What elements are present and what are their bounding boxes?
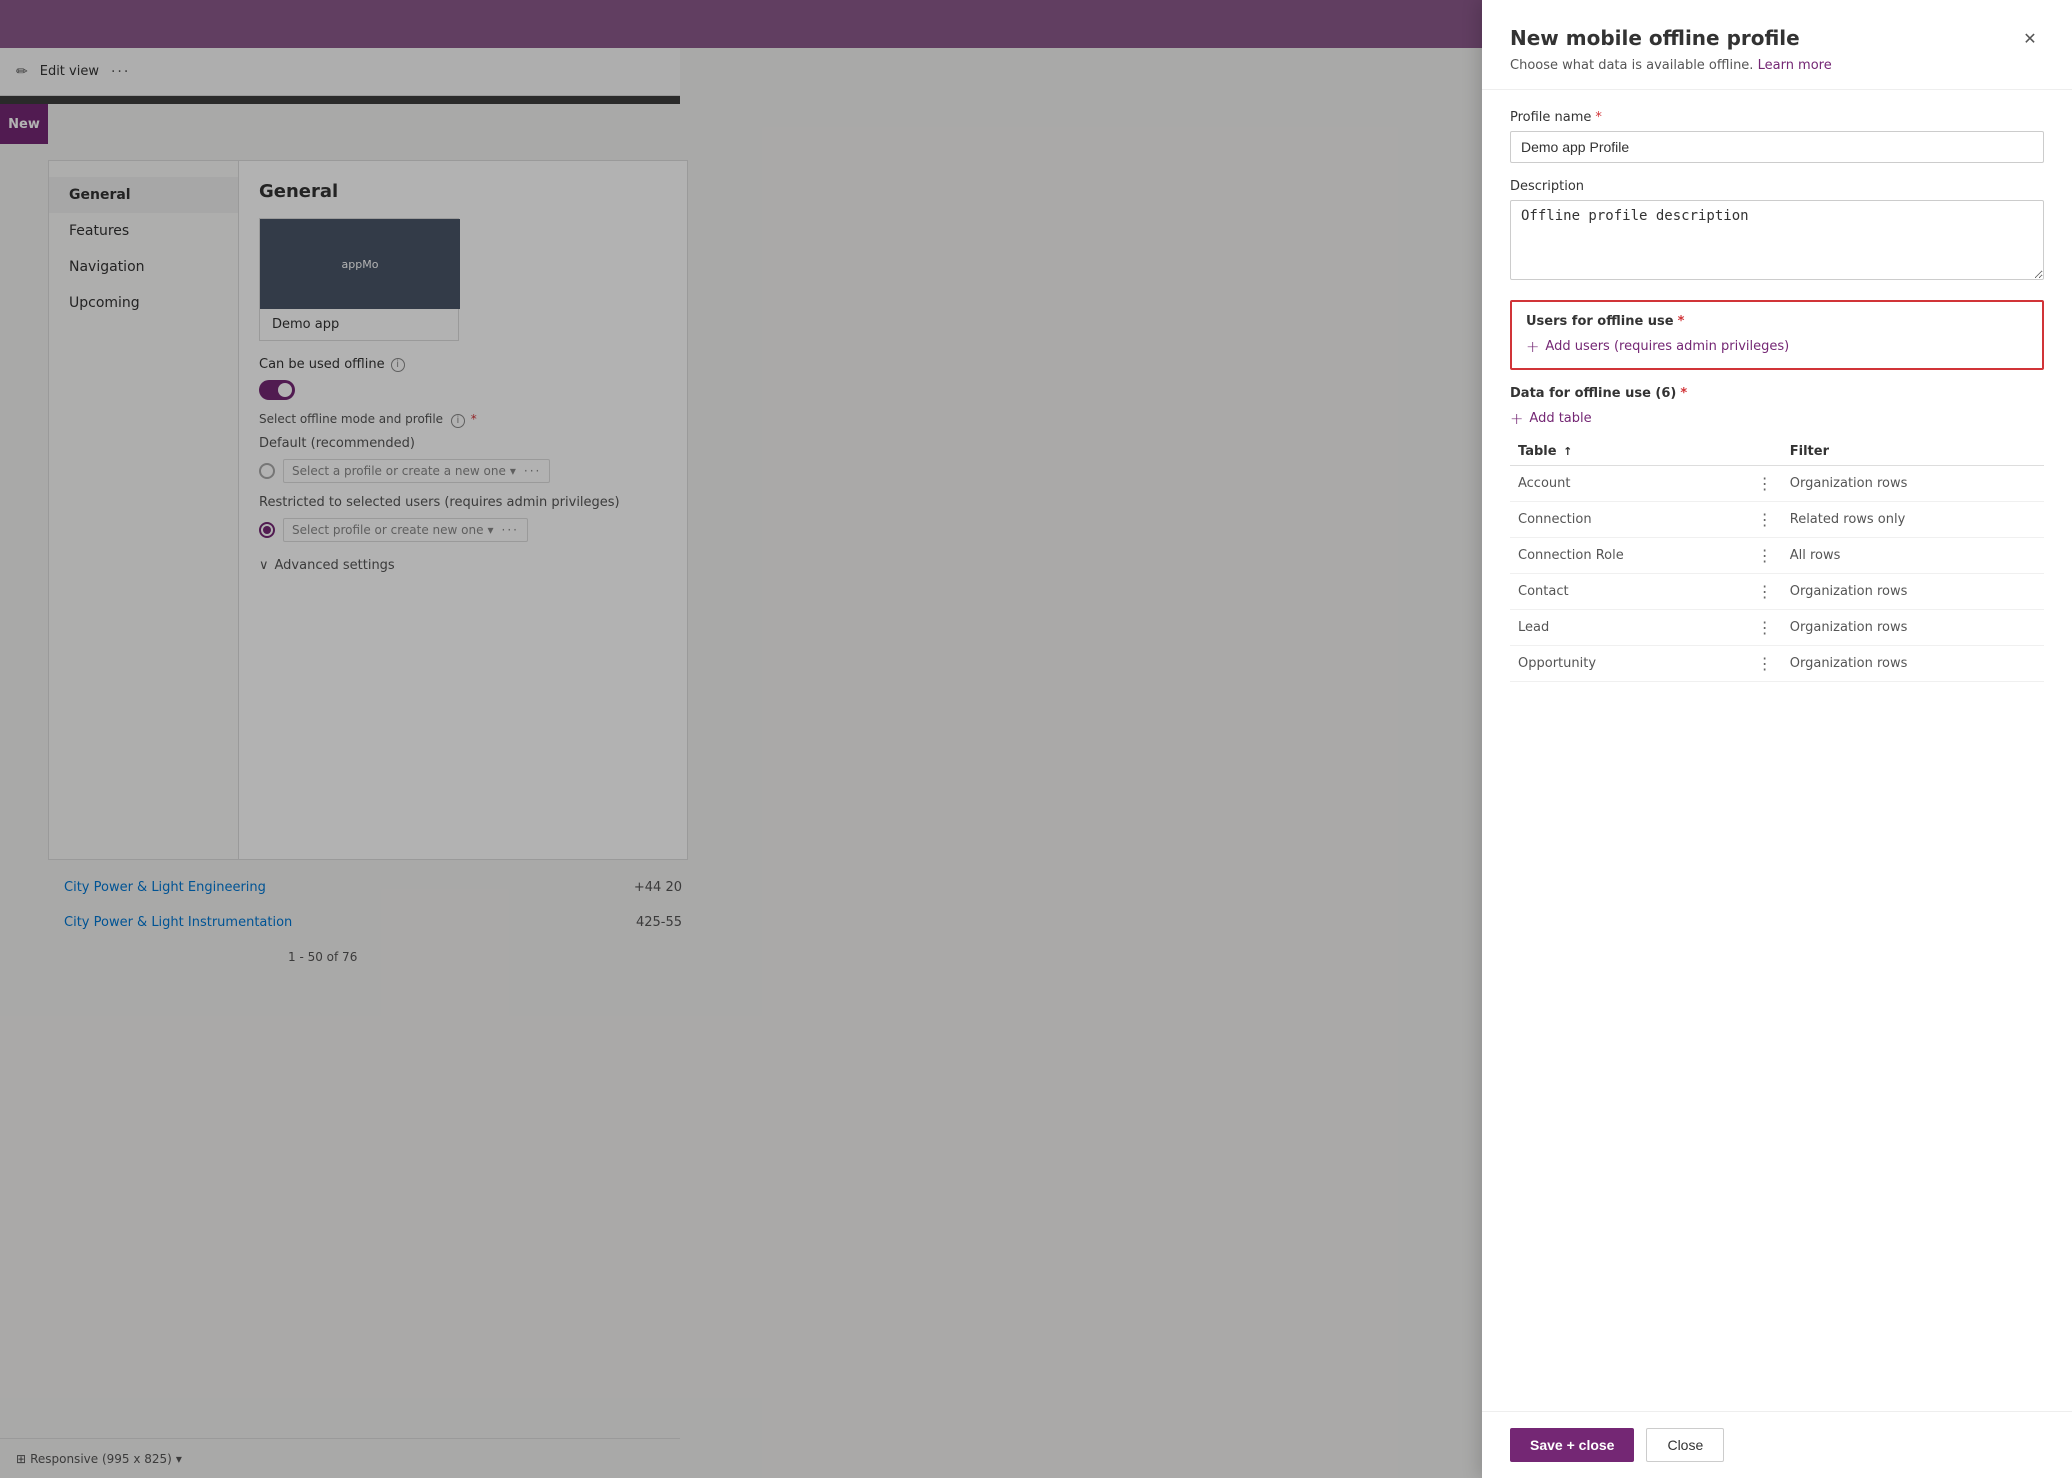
table-cell-dots[interactable]: ⋮ — [1749, 538, 1782, 574]
table-cell-dots[interactable]: ⋮ — [1749, 466, 1782, 502]
table-row: Connection Role ⋮ All rows — [1510, 538, 2044, 574]
add-table-link[interactable]: + Add table — [1510, 409, 2044, 428]
add-table-label: Add table — [1529, 411, 1591, 426]
table-cell-dots[interactable]: ⋮ — [1749, 574, 1782, 610]
table-col-label: Table — [1518, 444, 1557, 459]
side-panel-header: New mobile offline profile ✕ Choose what… — [1482, 0, 2072, 90]
side-panel-title: New mobile offline profile — [1510, 26, 1800, 50]
table-cell-name: Opportunity — [1510, 646, 1749, 682]
table-cell-filter: All rows — [1782, 538, 2044, 574]
table-col-header[interactable]: Table ↑ — [1510, 438, 1749, 466]
description-input[interactable]: Offline profile description — [1510, 200, 2044, 280]
side-panel: New mobile offline profile ✕ Choose what… — [1482, 0, 2072, 1478]
table-cell-name: Connection Role — [1510, 538, 1749, 574]
side-panel-subtitle: Choose what data is available offline. L… — [1510, 58, 2044, 73]
table-row: Lead ⋮ Organization rows — [1510, 610, 2044, 646]
table-row: Account ⋮ Organization rows — [1510, 466, 2044, 502]
close-button[interactable]: Close — [1646, 1428, 1724, 1462]
side-panel-form: Profile name * Description Offline profi… — [1482, 90, 2072, 1411]
table-row: Connection ⋮ Related rows only — [1510, 502, 2044, 538]
profile-name-label-text: Profile name — [1510, 110, 1591, 125]
data-table: Table ↑ Filter Account ⋮ Organization ro… — [1510, 438, 2044, 682]
description-label: Description — [1510, 179, 2044, 194]
table-cell-name: Connection — [1510, 502, 1749, 538]
filter-col-header: Filter — [1782, 438, 2044, 466]
profile-name-required: * — [1595, 110, 1602, 125]
side-panel-footer: Save + close Close — [1482, 1411, 2072, 1478]
table-cell-name: Lead — [1510, 610, 1749, 646]
profile-name-input[interactable] — [1510, 131, 2044, 163]
table-row: Contact ⋮ Organization rows — [1510, 574, 2044, 610]
users-required: * — [1678, 314, 1685, 329]
learn-more-link[interactable]: Learn more — [1758, 58, 1832, 73]
add-users-icon: + — [1526, 337, 1539, 356]
add-users-link[interactable]: + Add users (requires admin privileges) — [1526, 337, 2028, 356]
table-cell-name: Account — [1510, 466, 1749, 502]
users-section: Users for offline use * + Add users (req… — [1510, 300, 2044, 370]
table-cell-filter: Organization rows — [1782, 466, 2044, 502]
table-cell-dots[interactable]: ⋮ — [1749, 646, 1782, 682]
close-icon[interactable]: ✕ — [2016, 24, 2044, 52]
profile-name-label: Profile name * — [1510, 110, 2044, 125]
table-cell-filter: Related rows only — [1782, 502, 2044, 538]
users-section-header: Users for offline use * — [1526, 314, 2028, 329]
table-row: Opportunity ⋮ Organization rows — [1510, 646, 2044, 682]
profile-name-field: Profile name * — [1510, 110, 2044, 163]
table-cell-filter: Organization rows — [1782, 574, 2044, 610]
sort-arrow-icon: ↑ — [1563, 445, 1572, 458]
data-section-label: Data for offline use (6) — [1510, 386, 1676, 401]
description-label-text: Description — [1510, 179, 1584, 194]
users-label: Users for offline use — [1526, 314, 1674, 329]
data-section-header: Data for offline use (6) * — [1510, 386, 2044, 401]
table-cell-name: Contact — [1510, 574, 1749, 610]
save-close-button[interactable]: Save + close — [1510, 1428, 1634, 1462]
table-cell-filter: Organization rows — [1782, 646, 2044, 682]
table-cell-dots[interactable]: ⋮ — [1749, 502, 1782, 538]
table-actions-col — [1749, 438, 1782, 466]
subtitle-text: Choose what data is available offline. — [1510, 58, 1753, 73]
table-cell-filter: Organization rows — [1782, 610, 2044, 646]
add-users-label: Add users (requires admin privileges) — [1545, 339, 1789, 354]
description-field: Description Offline profile description — [1510, 179, 2044, 284]
side-panel-title-row: New mobile offline profile ✕ — [1510, 24, 2044, 52]
data-section: Data for offline use (6) * + Add table T… — [1510, 386, 2044, 682]
data-required: * — [1680, 386, 1687, 401]
table-cell-dots[interactable]: ⋮ — [1749, 610, 1782, 646]
add-table-icon: + — [1510, 409, 1523, 428]
